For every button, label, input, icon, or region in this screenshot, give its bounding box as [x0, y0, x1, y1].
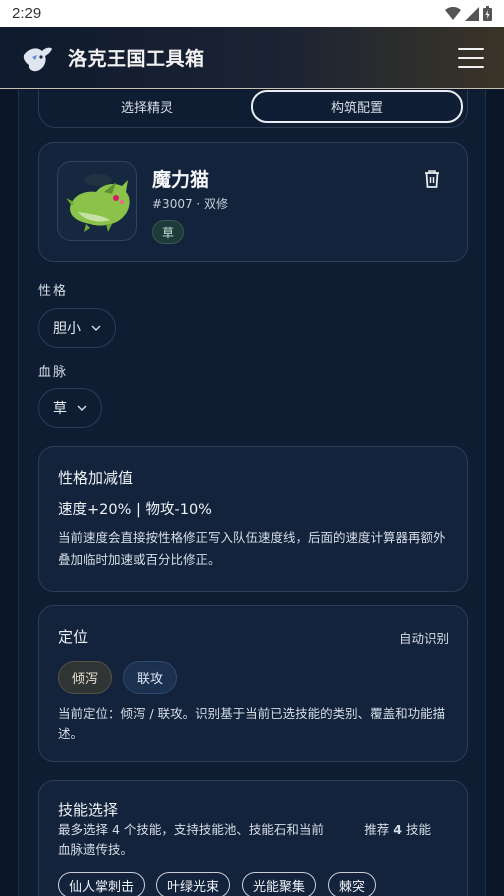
role-description: 当前定位：倾泻 / 联攻。识别基于当前已选技能的类别、覆盖和功能描述。	[58, 706, 446, 741]
skill-chip[interactable]: 叶绿光束	[156, 872, 231, 896]
app-bar: 洛克王国工具箱	[0, 27, 504, 89]
app-logo-icon	[23, 47, 52, 71]
chevron-down-icon	[77, 405, 87, 411]
skills-recommend-suffix: 技能	[405, 822, 431, 837]
spirit-type-badge: 草	[152, 220, 185, 244]
main-content: 选择精灵 构筑配置 魔力猫 #3007 · 双修 草 性格 胆小 血脉 草 性格…	[18, 90, 486, 896]
bloodline-label: 血脉	[38, 365, 69, 380]
skills-description: 最多选择 4 个技能，支持技能池、技能石和当前血脉遗传技。	[58, 822, 324, 857]
nature-effect-card: 性格加减值 速度+20% | 物攻-10% 当前速度会直接按性格修正写入队伍速度…	[38, 446, 468, 592]
role-auto-label: 自动识别	[398, 631, 449, 646]
skills-title: 技能选择	[58, 801, 119, 819]
wifi-icon	[445, 6, 461, 20]
skills-recommend: 推荐 4 技能	[364, 819, 431, 838]
menu-icon[interactable]	[458, 47, 484, 68]
spirit-meta: #3007 · 双修	[152, 197, 229, 211]
skills-recommend-label: 推荐	[364, 822, 390, 837]
chevron-down-icon	[91, 325, 101, 331]
nature-value: 胆小	[53, 321, 81, 337]
role-card: 定位 自动识别 倾泻 联攻 当前定位：倾泻 / 联攻。识别基于当前已选技能的类别…	[38, 605, 468, 762]
signal-icon	[465, 6, 479, 21]
tab-bar: 选择精灵 构筑配置	[38, 90, 468, 128]
spirit-avatar	[57, 161, 137, 241]
nature-effect-value: 速度+20% | 物攻-10%	[58, 502, 212, 518]
skill-chip[interactable]: 棘突	[328, 872, 377, 896]
skills-recommend-count: 4	[393, 822, 402, 837]
app-title: 洛克王国工具箱	[68, 48, 205, 70]
role-title: 定位	[58, 628, 89, 646]
skill-chip[interactable]: 光能聚集	[242, 872, 317, 896]
status-icons	[445, 6, 492, 21]
nature-effect-title: 性格加减值	[58, 469, 134, 487]
nature-effect-description: 当前速度会直接按性格修正写入队伍速度线，后面的速度计算器再额外叠加临时加速或百分…	[58, 530, 446, 567]
skills-card: 技能选择 最多选择 4 个技能，支持技能池、技能石和当前血脉遗传技。 推荐 4 …	[38, 780, 468, 896]
spirit-card: 魔力猫 #3007 · 双修 草	[38, 142, 468, 262]
nature-label: 性格	[38, 284, 69, 299]
spirit-image	[66, 174, 130, 232]
spirit-name: 魔力猫	[152, 169, 210, 191]
role-tag: 倾泻	[58, 661, 113, 694]
status-bar: 2:29	[0, 0, 504, 27]
battery-icon	[483, 6, 492, 21]
role-tag: 联攻	[123, 661, 178, 694]
tab-select-spirit[interactable]: 选择精灵	[43, 90, 251, 123]
tab-build-config[interactable]: 构筑配置	[251, 90, 463, 123]
bloodline-select[interactable]: 草	[38, 388, 102, 428]
bloodline-value: 草	[53, 401, 67, 417]
status-time: 2:29	[12, 5, 42, 22]
skill-chip[interactable]: 仙人掌刺击	[58, 872, 146, 896]
nature-select[interactable]: 胆小	[38, 308, 116, 348]
delete-icon[interactable]	[423, 169, 441, 189]
